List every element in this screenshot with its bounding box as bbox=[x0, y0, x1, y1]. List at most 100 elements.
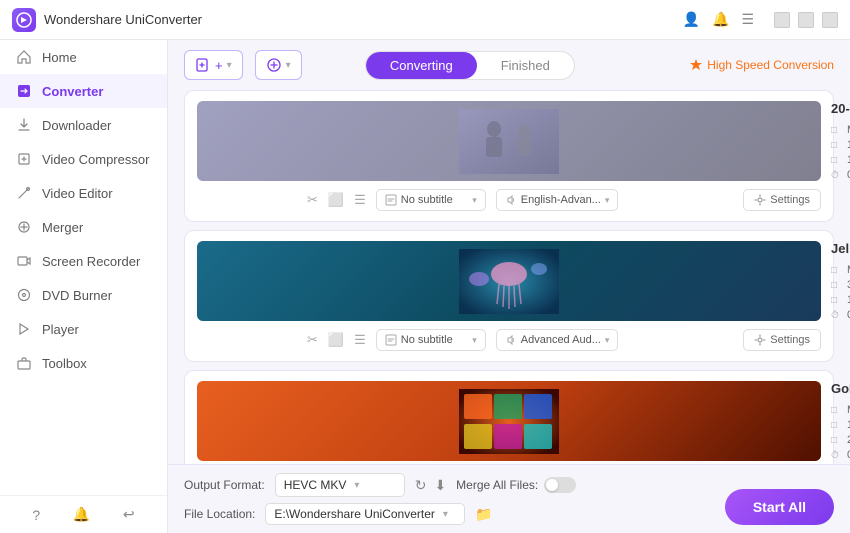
sub-controls-2: ✂ ⬜ ☰ No subtitle ▾ Advanced Aud... ▾ bbox=[307, 329, 821, 351]
file-location-label: File Location: bbox=[184, 507, 255, 521]
sidebar-item-video-compressor[interactable]: Video Compressor bbox=[0, 142, 167, 176]
title-bar: Wondershare UniConverter 👤 🔔 ☰ ─ □ ✕ bbox=[0, 0, 850, 40]
start-all-button[interactable]: Start All bbox=[725, 489, 834, 525]
tab-finished[interactable]: Finished bbox=[477, 52, 574, 79]
settings-button-2[interactable]: Settings bbox=[743, 329, 821, 351]
feedback-icon[interactable]: ↩ bbox=[123, 506, 135, 523]
add-files-label: + bbox=[215, 58, 223, 73]
bell-icon[interactable]: 🔔 bbox=[712, 11, 729, 28]
player-icon bbox=[16, 321, 32, 337]
crop-icon-1[interactable]: ⬜ bbox=[328, 192, 344, 208]
crop-icon-2[interactable]: ⬜ bbox=[328, 332, 344, 348]
file-meta-2: □ MP4 □ 320*176 □ 1.61 MB bbox=[831, 264, 850, 321]
thumbnail-3 bbox=[197, 381, 821, 461]
downloader-icon bbox=[16, 117, 32, 133]
bottom-left: Output Format: HEVC MKV ▾ ↻ ⬇ Merge All … bbox=[184, 473, 715, 525]
sidebar-label-merger: Merger bbox=[42, 220, 83, 235]
download-icon[interactable]: ⬇ bbox=[434, 477, 446, 494]
app-title: Wondershare UniConverter bbox=[44, 12, 202, 27]
add-files-button[interactable]: + ▾ bbox=[184, 50, 243, 80]
settings-button-1[interactable]: Settings bbox=[743, 189, 821, 211]
content-area: + ▾ ▾ Converting Finished High Speed Con… bbox=[168, 40, 850, 533]
output-format-label: Output Format: bbox=[184, 478, 265, 492]
src-size-row-1: □ 1.28 MB bbox=[831, 154, 850, 166]
thumbnail-2 bbox=[197, 241, 821, 321]
sidebar-item-screen-recorder[interactable]: Screen Recorder bbox=[0, 244, 167, 278]
editor-icon bbox=[16, 185, 32, 201]
sidebar-label-dvd: DVD Burner bbox=[42, 288, 112, 303]
speed-label: High Speed Conversion bbox=[707, 58, 834, 72]
sidebar-item-video-editor[interactable]: Video Editor bbox=[0, 176, 167, 210]
title-bar-controls: 👤 🔔 ☰ ─ □ ✕ bbox=[683, 11, 838, 28]
file-card-1: 20-Wonder Girls - Like This (2) ✏ □ MP4 bbox=[184, 90, 834, 222]
notification-icon[interactable]: 🔔 bbox=[73, 506, 90, 523]
menu-icon[interactable]: ☰ bbox=[741, 11, 754, 28]
sidebar-item-converter[interactable]: Converter bbox=[0, 74, 167, 108]
cut-icon-2[interactable]: ✂ bbox=[307, 332, 318, 348]
file-card-1-top: 20-Wonder Girls - Like This (2) ✏ □ MP4 bbox=[197, 101, 821, 181]
file-card-3-top: GoPro Video ✏ □ MP4 □ bbox=[197, 381, 821, 461]
subtitle-select-1[interactable]: No subtitle ▾ bbox=[376, 189, 486, 211]
output-format-select[interactable]: HEVC MKV ▾ bbox=[275, 473, 405, 497]
sidebar-label-editor: Video Editor bbox=[42, 186, 113, 201]
folder-chevron: ▾ bbox=[286, 60, 291, 71]
thumbnail-1 bbox=[197, 101, 821, 181]
file-info-3: GoPro Video ✏ □ MP4 □ bbox=[831, 381, 850, 461]
audio-select-2[interactable]: Advanced Aud... ▾ bbox=[496, 329, 619, 351]
sidebar-label-recorder: Screen Recorder bbox=[42, 254, 140, 269]
tab-converting[interactable]: Converting bbox=[366, 52, 477, 79]
sidebar-item-player[interactable]: Player bbox=[0, 312, 167, 346]
title-bar-left: Wondershare UniConverter bbox=[12, 8, 202, 32]
app-icon bbox=[12, 8, 36, 32]
audio-select-1[interactable]: English-Advan... ▾ bbox=[496, 189, 619, 211]
format-icons: ↻ ⬇ bbox=[415, 477, 446, 494]
file-meta-1: □ MP4 □ 1920*1080 □ 1.28 MB bbox=[831, 124, 850, 181]
sidebar-item-toolbox[interactable]: Toolbox bbox=[0, 346, 167, 380]
file-location-row: File Location: E:\Wondershare UniConvert… bbox=[184, 503, 715, 525]
file-meta-3: □ MP4 □ 1920*1080 □ 205.71 MB bbox=[831, 404, 850, 461]
bottom-main: Output Format: HEVC MKV ▾ ↻ ⬇ Merge All … bbox=[184, 473, 834, 525]
user-icon[interactable]: 👤 bbox=[683, 11, 700, 28]
tab-group: Converting Finished bbox=[365, 51, 575, 80]
file-card-3: GoPro Video ✏ □ MP4 □ bbox=[184, 370, 834, 464]
compressor-icon bbox=[16, 151, 32, 167]
src-meta-1: □ MP4 □ 1920*1080 □ 1.28 MB bbox=[831, 124, 850, 181]
subtitle-select-2[interactable]: No subtitle ▾ bbox=[376, 329, 486, 351]
more-icon-1[interactable]: ☰ bbox=[354, 192, 366, 208]
folder-open-icon[interactable]: 📁 bbox=[475, 506, 492, 523]
toggle-knob bbox=[546, 479, 558, 491]
sidebar-bottom: ? 🔔 ↩ bbox=[0, 495, 167, 533]
sidebar-item-downloader[interactable]: Downloader bbox=[0, 108, 167, 142]
file-name-1: 20-Wonder Girls - Like This (2) ✏ bbox=[831, 101, 850, 116]
src-format-row-1: □ MP4 bbox=[831, 124, 850, 136]
sidebar-label-compressor: Video Compressor bbox=[42, 152, 149, 167]
maximize-button[interactable]: □ bbox=[798, 12, 814, 28]
merge-toggle: Merge All Files: bbox=[456, 477, 576, 493]
help-icon[interactable]: ? bbox=[32, 507, 40, 523]
add-folder-button[interactable]: ▾ bbox=[255, 50, 302, 80]
window-controls: ─ □ ✕ bbox=[774, 12, 838, 28]
file-card-2-top: Jellies ✏ □ MP4 □ 320* bbox=[197, 241, 821, 321]
size-icon-1: □ bbox=[831, 155, 843, 166]
src-dur-row-1: ⏱ 00:00 bbox=[831, 169, 850, 181]
main-layout: Home Converter Downloader Video Compress… bbox=[0, 40, 850, 533]
close-button[interactable]: ✕ bbox=[822, 12, 838, 28]
dvd-icon bbox=[16, 287, 32, 303]
sidebar-label-converter: Converter bbox=[42, 84, 103, 99]
refresh-icon[interactable]: ↻ bbox=[415, 477, 427, 494]
sidebar-item-home[interactable]: Home bbox=[0, 40, 167, 74]
sidebar-label-downloader: Downloader bbox=[42, 118, 111, 133]
output-format-row: Output Format: HEVC MKV ▾ ↻ ⬇ Merge All … bbox=[184, 473, 715, 497]
more-icon-2[interactable]: ☰ bbox=[354, 332, 366, 348]
cut-icon-1[interactable]: ✂ bbox=[307, 192, 318, 208]
sidebar-label-player: Player bbox=[42, 322, 79, 337]
file-location-path[interactable]: E:\Wondershare UniConverter ▾ bbox=[265, 503, 465, 525]
speed-badge: High Speed Conversion bbox=[689, 58, 834, 72]
merge-switch[interactable] bbox=[544, 477, 576, 493]
sidebar-item-dvd-burner[interactable]: DVD Burner bbox=[0, 278, 167, 312]
file-info-1: 20-Wonder Girls - Like This (2) ✏ □ MP4 bbox=[831, 101, 850, 181]
src-meta-2: □ MP4 □ 320*176 □ 1.61 MB bbox=[831, 264, 850, 321]
minimize-button[interactable]: ─ bbox=[774, 12, 790, 28]
src-res-row-1: □ 1920*1080 bbox=[831, 139, 850, 151]
sidebar-item-merger[interactable]: Merger bbox=[0, 210, 167, 244]
